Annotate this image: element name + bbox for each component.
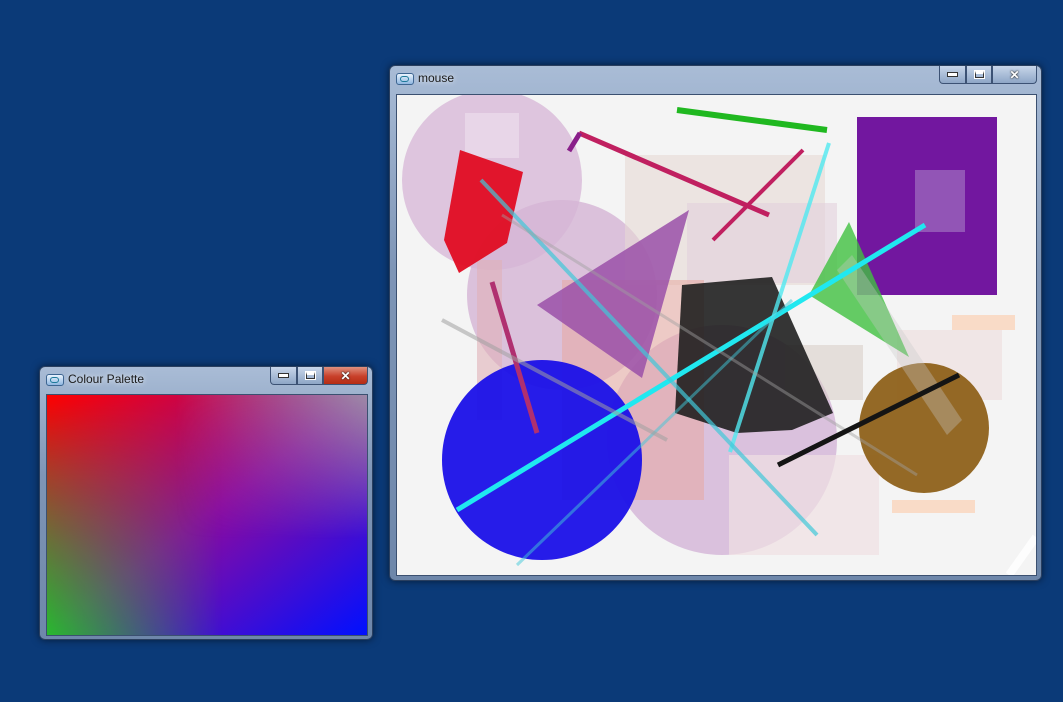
- close-button[interactable]: ✕: [323, 367, 368, 385]
- close-button[interactable]: ✕: [992, 66, 1037, 84]
- pale-rectangle: [465, 113, 519, 158]
- colour-palette-canvas[interactable]: [46, 394, 368, 636]
- maximize-button[interactable]: [297, 367, 323, 385]
- light-purple-rectangle: [915, 170, 965, 232]
- colour-palette-window[interactable]: Colour Palette ✕: [39, 366, 373, 640]
- peach-rectangle: [952, 315, 1015, 330]
- minimize-button[interactable]: [939, 66, 966, 84]
- maximize-icon: [973, 70, 985, 79]
- close-icon: ✕: [340, 368, 351, 383]
- peach-rectangle: [892, 500, 975, 513]
- mouse-window[interactable]: mouse ✕: [389, 65, 1042, 581]
- window-title: mouse: [418, 71, 455, 85]
- random-shapes-drawing: [402, 95, 1036, 575]
- palette-title-bar[interactable]: Colour Palette ✕: [40, 367, 372, 393]
- maximize-icon: [304, 371, 316, 380]
- mouse-drawing-canvas[interactable]: [396, 94, 1037, 576]
- minimize-icon: [947, 72, 958, 77]
- app-icon[interactable]: [46, 374, 64, 386]
- mouse-title-bar[interactable]: mouse ✕: [390, 66, 1041, 92]
- pale-rectangle: [687, 203, 837, 283]
- white-corner-line: [1005, 534, 1036, 575]
- app-icon[interactable]: [396, 73, 414, 85]
- close-icon: ✕: [1009, 67, 1020, 82]
- minimize-icon: [278, 373, 289, 378]
- minimize-button[interactable]: [270, 367, 297, 385]
- maximize-button[interactable]: [966, 66, 992, 84]
- palette-gradient: [47, 395, 367, 635]
- window-title: Colour Palette: [68, 372, 145, 386]
- green-line: [676, 107, 828, 133]
- pale-rectangle: [729, 455, 879, 555]
